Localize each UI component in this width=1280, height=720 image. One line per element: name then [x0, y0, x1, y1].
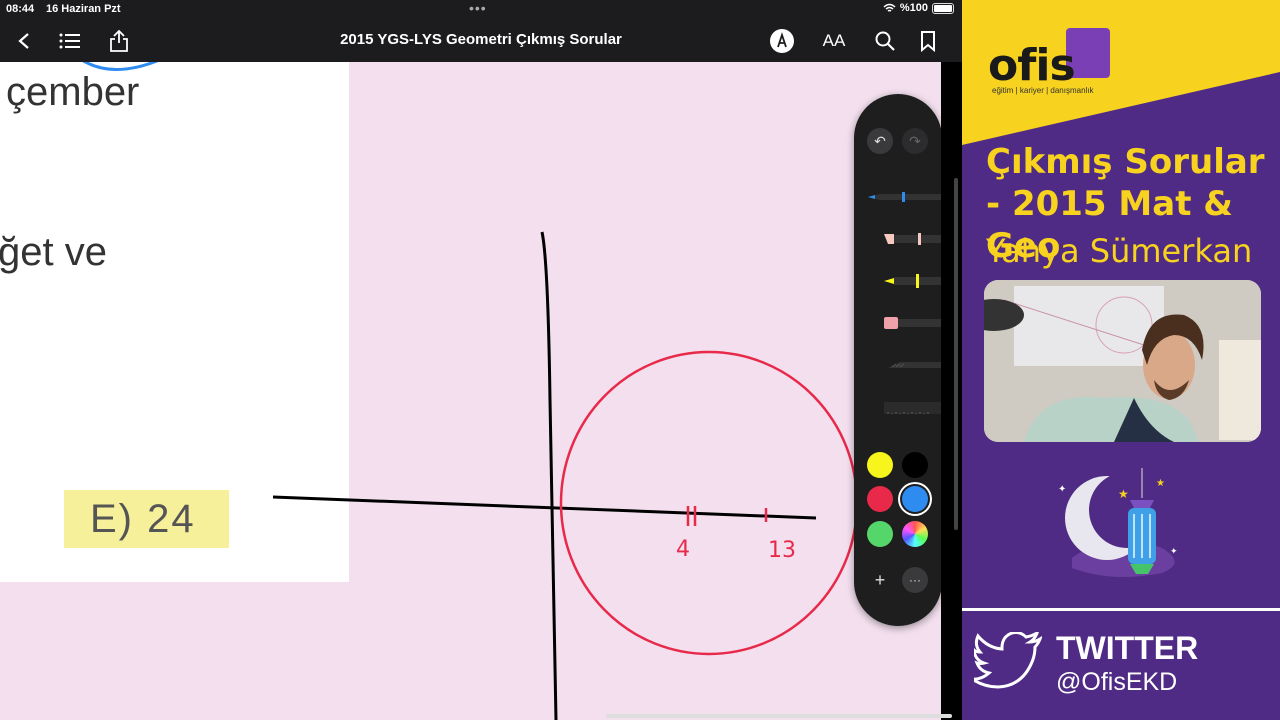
twitter-handle: @OfisEKD	[1056, 668, 1178, 696]
ipad-screen: çember ğet ve E) 24 4 13 08:44 16 Hazira…	[0, 0, 962, 720]
webcam-video	[984, 280, 1261, 442]
scrollbar[interactable]	[954, 178, 958, 530]
svg-text:★: ★	[1118, 487, 1129, 501]
highlighter-tool-icon[interactable]	[866, 274, 942, 288]
circle-stroke	[559, 350, 859, 656]
marker-tool-icon[interactable]	[866, 232, 942, 246]
pen-tool-icon[interactable]	[866, 190, 942, 204]
label-13: 13	[768, 538, 796, 563]
color-green-swatch[interactable]	[867, 521, 893, 547]
text-size-button[interactable]: AA	[820, 28, 848, 54]
lasso-tool-icon[interactable]	[866, 358, 942, 372]
redo-icon[interactable]: ↷	[902, 128, 928, 154]
split-divider	[941, 62, 962, 720]
channel-side-panel: ofis eğitim | kariyer | danışmanlık Çıkm…	[962, 0, 1280, 720]
ruler-tool-icon[interactable]	[866, 400, 942, 414]
document-title: 2015 YGS-LYS Geometri Çıkmış Sorular	[340, 31, 622, 48]
search-icon[interactable]	[872, 28, 898, 54]
status-right: %100	[883, 2, 954, 14]
color-black-swatch[interactable]	[902, 452, 928, 478]
wifi-icon	[883, 3, 896, 12]
battery-icon	[932, 2, 954, 14]
bookmark-icon[interactable]	[915, 28, 941, 54]
brand-logo: ofis	[988, 40, 1076, 91]
ramadan-lantern-illustration: ★ ★ ✦ ✦	[1058, 468, 1178, 577]
color-picker-wheel-icon[interactable]	[902, 521, 928, 547]
color-yellow-swatch[interactable]	[867, 452, 893, 478]
host-name: Yahya Sümerkan	[986, 232, 1253, 270]
undo-icon[interactable]: ↶	[867, 128, 893, 154]
y-axis-stroke	[540, 231, 558, 720]
svg-text:★: ★	[1156, 478, 1165, 489]
battery-percent: %100	[899, 2, 928, 14]
markup-pen-icon[interactable]	[769, 28, 795, 54]
more-options-button[interactable]: ···	[902, 567, 928, 593]
brand-tagline: eğitim | kariyer | danışmanlık	[992, 86, 1094, 95]
toolbar: 08:44 16 Haziran Pzt ••• %100 2015 YGS-L…	[0, 0, 962, 62]
svg-text:✦: ✦	[1170, 546, 1178, 556]
home-indicator[interactable]	[606, 714, 952, 718]
color-blue-swatch[interactable]	[902, 486, 928, 512]
color-red-swatch[interactable]	[867, 486, 893, 512]
twitter-bird-icon	[974, 632, 1042, 689]
drawing-canvas[interactable]: 4 13	[0, 0, 962, 720]
x-axis-stroke	[272, 495, 817, 520]
panel-divider	[962, 608, 1280, 611]
add-tool-button[interactable]: +	[867, 567, 893, 593]
status-date: 16 Haziran Pzt	[46, 3, 121, 15]
label-4: 4	[676, 537, 690, 562]
tick-mark-left	[686, 506, 697, 526]
multitasking-dots-icon[interactable]: •••	[469, 0, 487, 16]
twitter-label: TWITTER	[1056, 630, 1199, 666]
svg-text:✦: ✦	[1058, 484, 1066, 495]
eraser-tool-icon[interactable]	[866, 316, 942, 330]
status-time: 08:44	[6, 3, 35, 15]
pencil-tool-palette: ↶ ↷ + ···	[854, 94, 942, 626]
